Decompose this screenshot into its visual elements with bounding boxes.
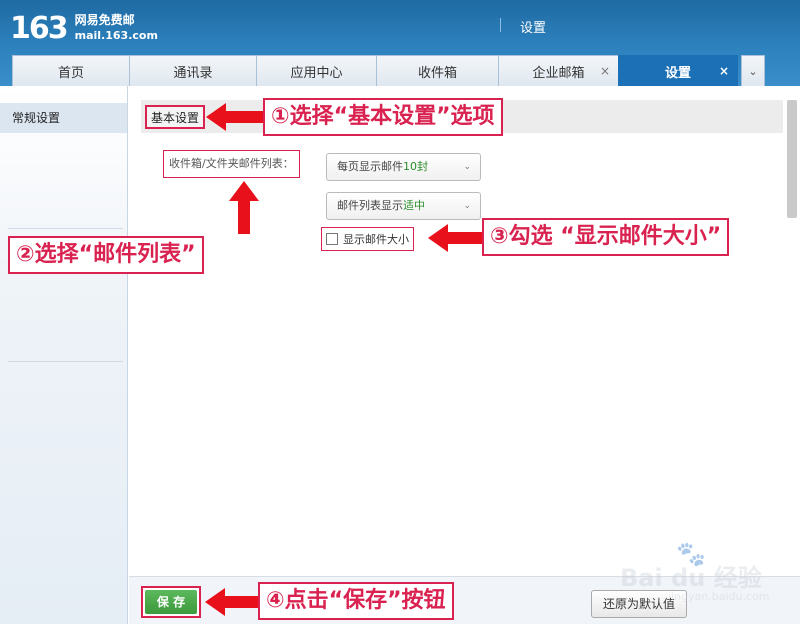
scrollbar-thumb[interactable]: [787, 100, 797, 218]
sidebar-divider: [8, 228, 123, 229]
sidebar-item-general-settings[interactable]: 常规设置: [0, 103, 127, 133]
save-button[interactable]: 保 存: [141, 586, 201, 618]
arrow-up-icon: [229, 181, 259, 201]
close-icon[interactable]: ×: [600, 64, 610, 78]
arrow-left-icon: [205, 588, 225, 616]
arrow-shaft: [238, 200, 250, 234]
callout-step2: ②选择“邮件列表”: [8, 236, 204, 274]
show-size-checkbox[interactable]: [326, 233, 338, 245]
tab-bar: 首页 通讯录 应用中心 收件箱 企业邮箱 × 设置 × ⌄: [12, 55, 765, 86]
mail-list-field-label: 收件箱/文件夹邮件列表：: [163, 150, 300, 178]
sidebar: 常规设置: [0, 86, 128, 624]
show-size-label: 显示邮件大小: [343, 233, 409, 246]
callout-step3: ③勾选 “显示邮件大小”: [482, 218, 730, 256]
chevron-down-icon: ⌄: [463, 162, 471, 172]
arrow-left-icon: [428, 224, 448, 252]
arrow-shaft: [447, 232, 483, 244]
logo-brand-name: 网易免费邮: [74, 13, 135, 27]
tab-app-center[interactable]: 应用中心: [256, 55, 377, 86]
tab-more-dropdown[interactable]: ⌄: [741, 55, 765, 86]
tab-settings[interactable]: 设置 ×: [618, 55, 738, 86]
sidebar-divider: [8, 361, 123, 362]
header-bar: 163 网易免费邮 mail.163.com 设置 首页 通讯录 应用中心 收件…: [0, 0, 800, 86]
tab-contacts[interactable]: 通讯录: [129, 55, 257, 86]
header-title: 设置: [520, 21, 547, 36]
section-title-basic-settings[interactable]: 基本设置: [145, 105, 206, 129]
arrow-left-icon: [206, 103, 226, 131]
restore-defaults-button[interactable]: 还原为默认值: [591, 590, 687, 618]
chevron-down-icon: ⌄: [748, 64, 758, 78]
arrow-shaft: [224, 596, 260, 608]
logo[interactable]: 163 网易免费邮 mail.163.com: [10, 8, 158, 48]
logo-domain: mail.163.com: [74, 29, 158, 42]
callout-step4: ④点击“保存”按钮: [258, 582, 454, 620]
logo-number: 163: [10, 10, 69, 46]
per-page-select[interactable]: 每页显示邮件10封 ⌄: [326, 153, 481, 181]
tab-enterprise-mail[interactable]: 企业邮箱 ×: [498, 55, 619, 86]
arrow-shaft: [225, 111, 263, 123]
list-display-select[interactable]: 邮件列表显示适中 ⌄: [326, 192, 481, 220]
header-divider: [500, 18, 501, 32]
tab-inbox[interactable]: 收件箱: [376, 55, 499, 86]
callout-step1: ①选择“基本设置”选项: [263, 98, 503, 136]
tab-home[interactable]: 首页: [12, 55, 130, 86]
show-size-checkbox-row[interactable]: 显示邮件大小: [321, 227, 414, 251]
chevron-down-icon: ⌄: [463, 201, 471, 211]
close-icon[interactable]: ×: [719, 64, 729, 78]
